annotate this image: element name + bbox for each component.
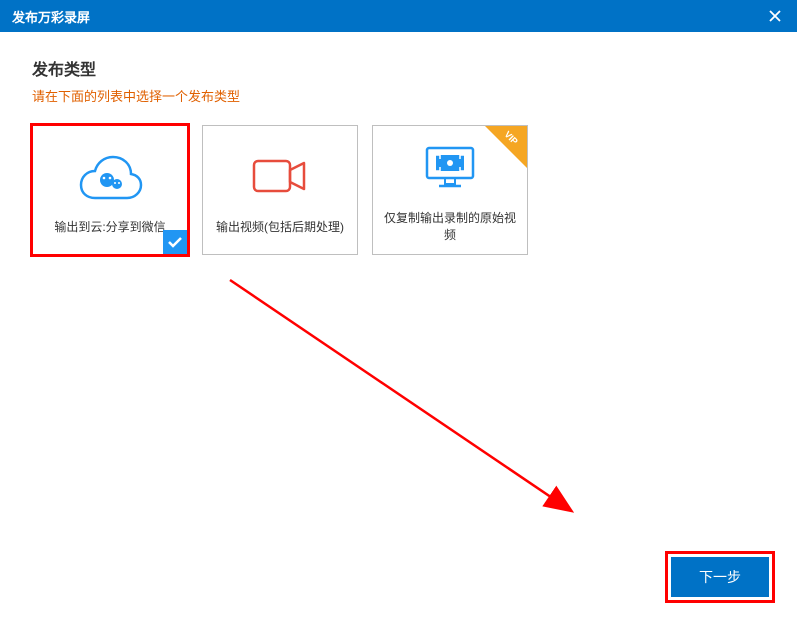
option-copy-original[interactable]: VIP 仅复制输出录制的原始视频 bbox=[372, 125, 528, 255]
content-area: 发布类型 请在下面的列表中选择一个发布类型 输出到云:分享到微信 bbox=[0, 32, 797, 279]
option-label: 输出视频(包括后期处理) bbox=[210, 218, 350, 235]
annotation-arrow bbox=[220, 270, 590, 530]
option-output-video[interactable]: 输出视频(包括后期处理) bbox=[202, 125, 358, 255]
option-label: 输出到云:分享到微信 bbox=[48, 218, 171, 235]
page-subtitle: 请在下面的列表中选择一个发布类型 bbox=[32, 86, 765, 105]
next-button-highlight: 下一步 bbox=[665, 551, 775, 603]
vip-badge: VIP bbox=[485, 126, 527, 168]
titlebar: 发布万彩录屏 bbox=[0, 0, 797, 32]
camera-icon bbox=[250, 146, 310, 206]
close-icon[interactable] bbox=[765, 6, 785, 26]
checkmark-icon bbox=[163, 230, 187, 254]
options-row: 输出到云:分享到微信 输出视频(包括后期处理) bbox=[32, 125, 765, 255]
cloud-icon bbox=[75, 146, 145, 206]
option-label: 仅复制输出录制的原始视频 bbox=[373, 209, 527, 243]
page-heading: 发布类型 bbox=[32, 56, 765, 80]
option-cloud-share[interactable]: 输出到云:分享到微信 bbox=[32, 125, 188, 255]
titlebar-title: 发布万彩录屏 bbox=[12, 7, 90, 26]
next-button[interactable]: 下一步 bbox=[671, 557, 769, 597]
monitor-icon bbox=[423, 137, 477, 197]
